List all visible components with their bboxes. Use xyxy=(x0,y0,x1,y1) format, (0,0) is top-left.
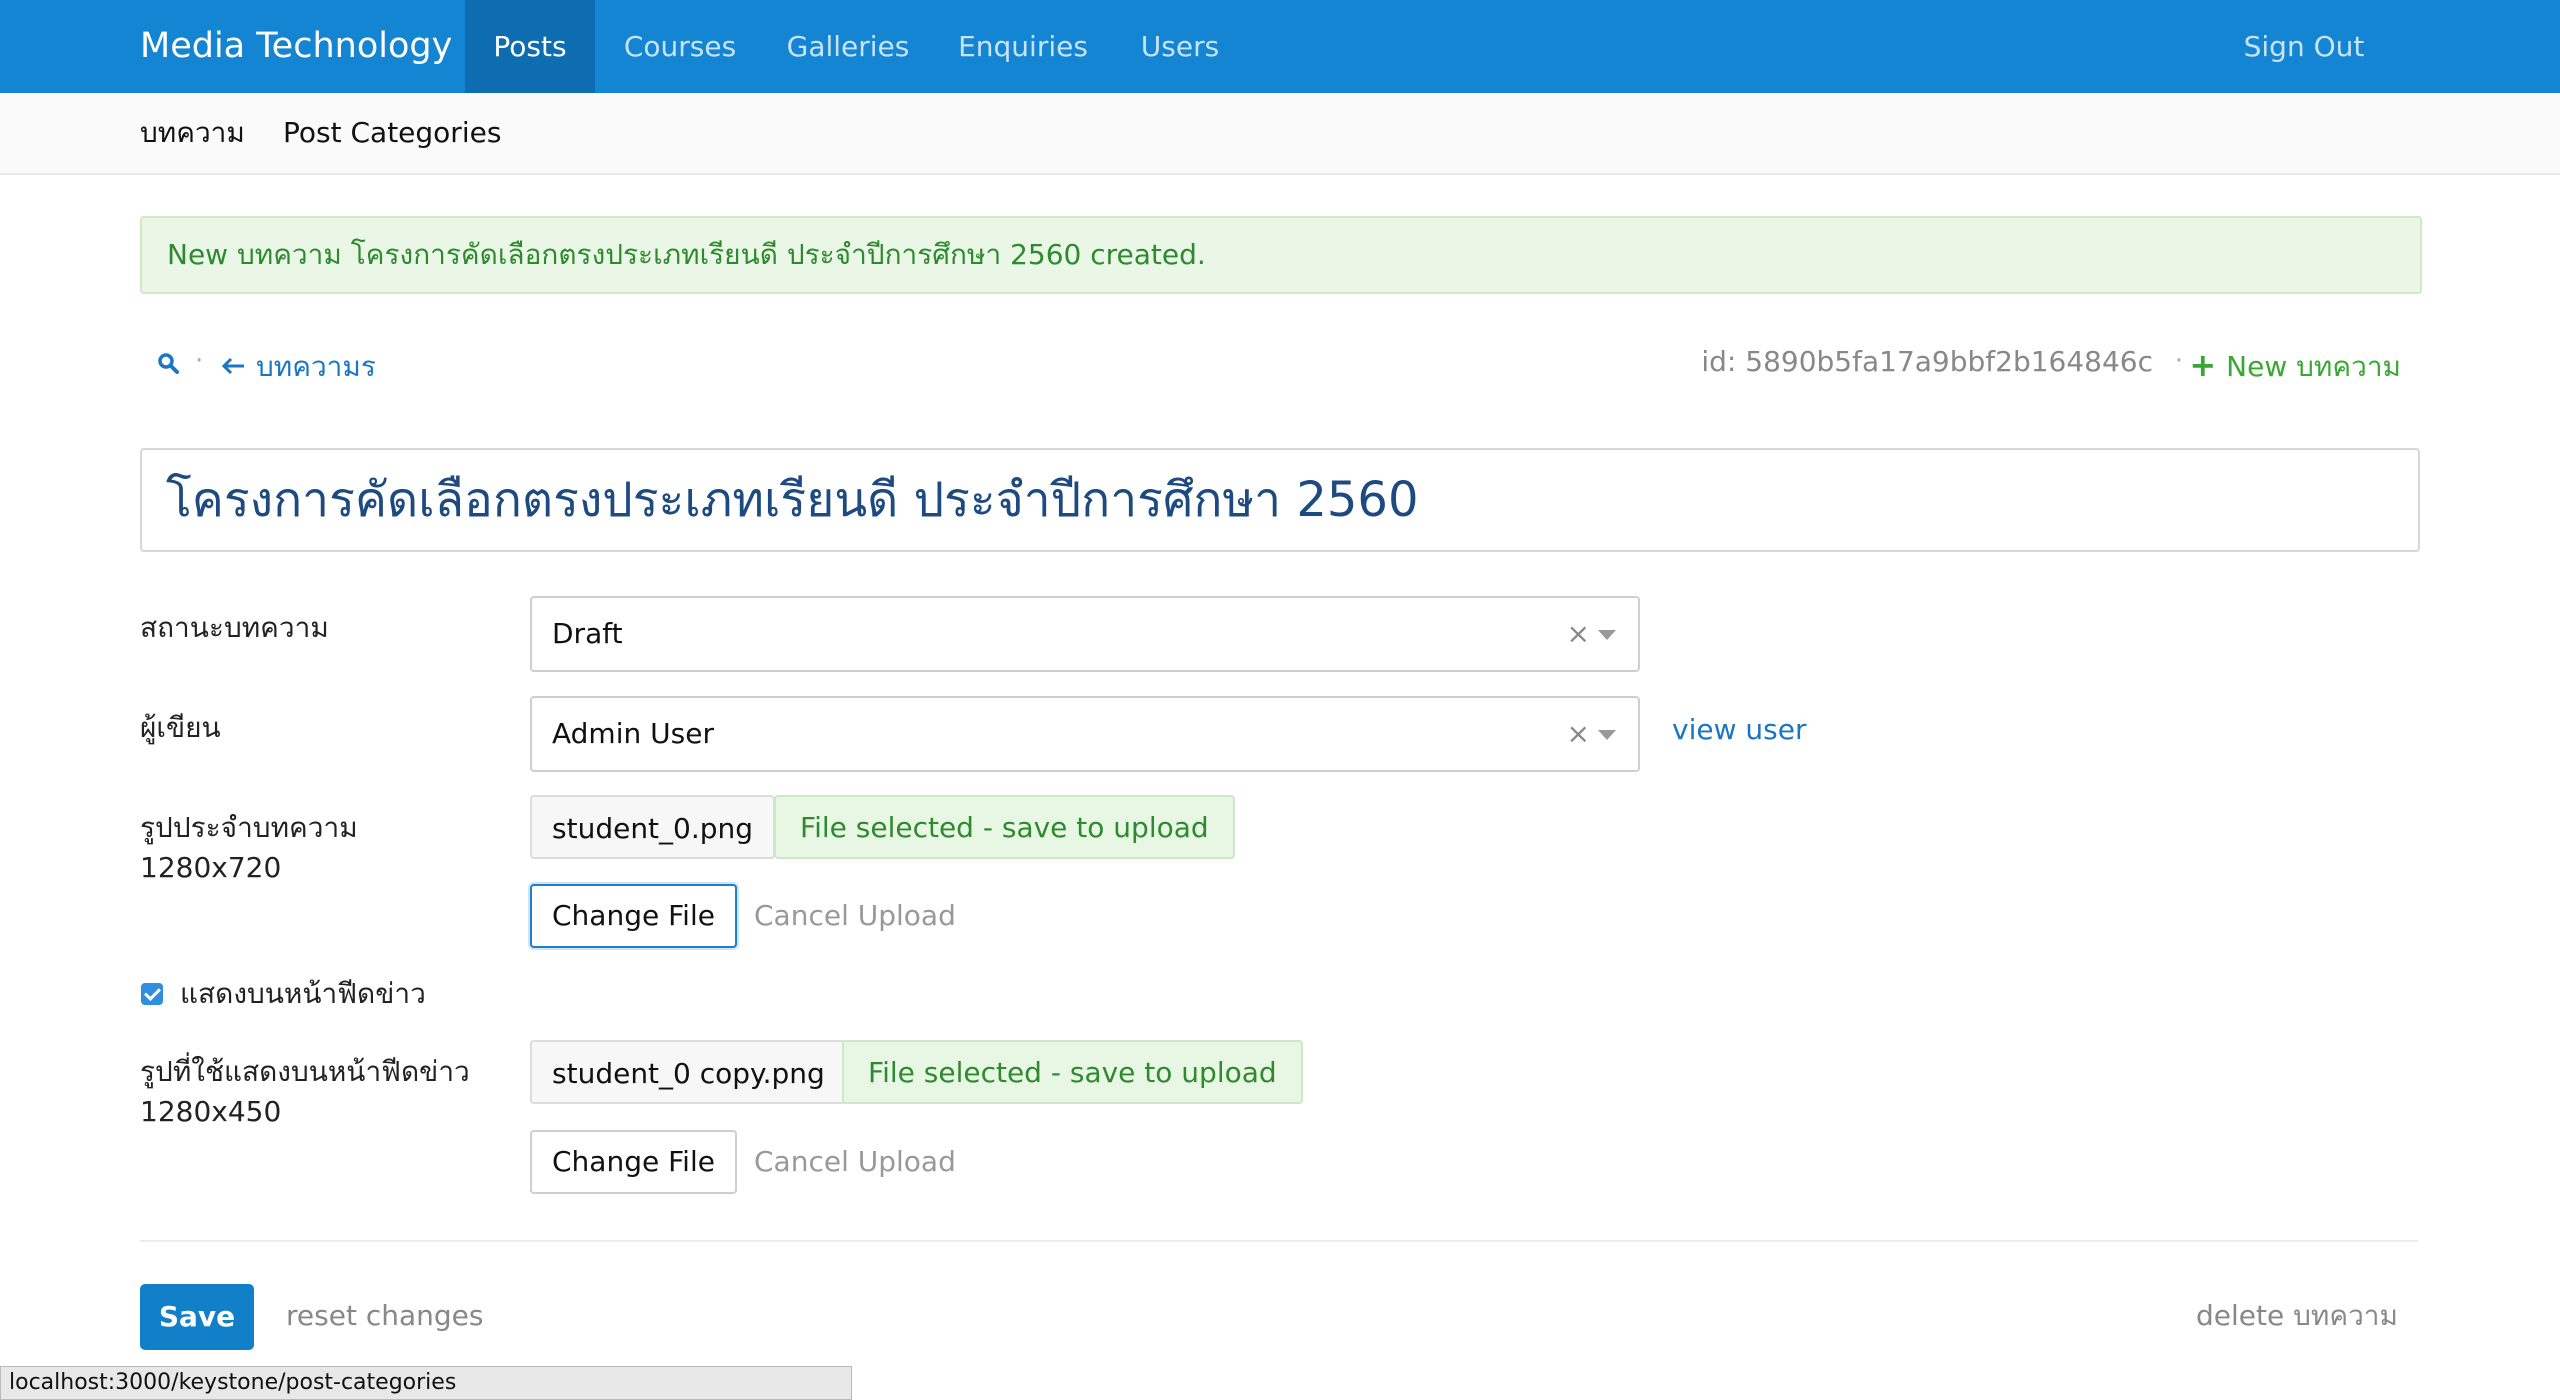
author-select[interactable]: Admin User × xyxy=(530,696,1640,772)
cancel-upload-link[interactable]: Cancel Upload xyxy=(754,896,956,936)
feed-image-label: รูปที่ใช้แสดงบนหน้าฟีดข่าว xyxy=(140,1055,470,1088)
clear-icon[interactable]: × xyxy=(1567,698,1590,770)
browser-status-bar: localhost:3000/keystone/post-categories xyxy=(0,1366,852,1400)
back-to-list-link[interactable]: บทความร xyxy=(220,345,376,389)
search-icon[interactable] xyxy=(157,352,181,376)
author-value: Admin User xyxy=(552,717,714,750)
image-filename: student_0.png xyxy=(530,795,776,859)
upload-status-badge: File selected - save to upload xyxy=(774,795,1235,859)
status-select[interactable]: Draft × xyxy=(530,596,1640,672)
chevron-down-icon[interactable] xyxy=(1598,630,1616,640)
feed-upload-status-badge: File selected - save to upload xyxy=(842,1040,1303,1104)
arrow-left-icon xyxy=(221,357,244,375)
nav-item-courses[interactable]: Courses xyxy=(610,0,750,93)
subnav-item-posts[interactable]: บทความ xyxy=(140,93,245,173)
image-size: 1280x720 xyxy=(140,851,282,884)
status-value: Draft xyxy=(552,617,623,650)
image-label: รูปประจำบทความ xyxy=(140,811,358,844)
sign-out-link[interactable]: Sign Out xyxy=(2234,0,2374,93)
new-post-link[interactable]: + New บทความ xyxy=(2189,345,2401,389)
subnav-item-post-categories[interactable]: Post Categories xyxy=(283,93,501,173)
reset-changes-link[interactable]: reset changes xyxy=(286,1296,483,1336)
feed-cancel-upload-link[interactable]: Cancel Upload xyxy=(754,1142,956,1182)
post-title-input[interactable]: โครงการคัดเลือกตรงประเภทเรียนดี ประจำปีก… xyxy=(140,448,2420,552)
footer-divider xyxy=(140,1240,2418,1242)
feed-image-filename: student_0 copy.png xyxy=(530,1040,847,1104)
nav-item-users[interactable]: Users xyxy=(1128,0,1232,93)
show-feed-checkbox[interactable] xyxy=(141,983,163,1005)
item-id: id: 5890b5fa17a9bbf2b164846c xyxy=(1701,345,2153,378)
separator-dot: · xyxy=(2174,346,2183,376)
brand-logo[interactable]: Media Technology xyxy=(140,0,452,93)
feed-image-size: 1280x450 xyxy=(140,1095,282,1128)
delete-post-link[interactable]: delete บทความ xyxy=(2196,1296,2398,1336)
nav-item-enquiries[interactable]: Enquiries xyxy=(950,0,1096,93)
feed-change-file-button[interactable]: Change File xyxy=(530,1130,737,1194)
success-alert: New บทความ โครงการคัดเลือกตรงประเภทเรียน… xyxy=(140,216,2422,294)
separator-dot: · xyxy=(195,346,204,376)
alert-message: New บทความ โครงการคัดเลือกตรงประเภทเรียน… xyxy=(167,238,1206,271)
plus-icon: + xyxy=(2189,346,2217,384)
sub-navbar: บทความ Post Categories xyxy=(0,93,2560,175)
clear-icon[interactable]: × xyxy=(1567,598,1590,670)
nav-item-posts[interactable]: Posts xyxy=(465,0,595,93)
show-feed-label[interactable]: แสดงบนหน้าฟีดข่าว xyxy=(180,974,426,1014)
back-link-label: บทความร xyxy=(256,350,376,383)
author-label: ผู้เขียน xyxy=(140,711,221,744)
chevron-down-icon[interactable] xyxy=(1598,730,1616,740)
nav-item-galleries[interactable]: Galleries xyxy=(780,0,916,93)
status-label: สถานะบทความ xyxy=(140,611,329,644)
top-navbar: Media Technology Posts Courses Galleries… xyxy=(0,0,2560,93)
item-toolbar: · บทความร id: 5890b5fa17a9bbf2b164846c ·… xyxy=(140,340,2418,390)
view-user-link[interactable]: view user xyxy=(1672,710,1806,750)
post-title-value: โครงการคัดเลือกตรงประเภทเรียนดี ประจำปีก… xyxy=(166,472,1419,528)
new-post-label: New บทความ xyxy=(2226,350,2401,383)
save-button[interactable]: Save xyxy=(140,1284,254,1350)
change-file-button[interactable]: Change File xyxy=(530,884,737,948)
